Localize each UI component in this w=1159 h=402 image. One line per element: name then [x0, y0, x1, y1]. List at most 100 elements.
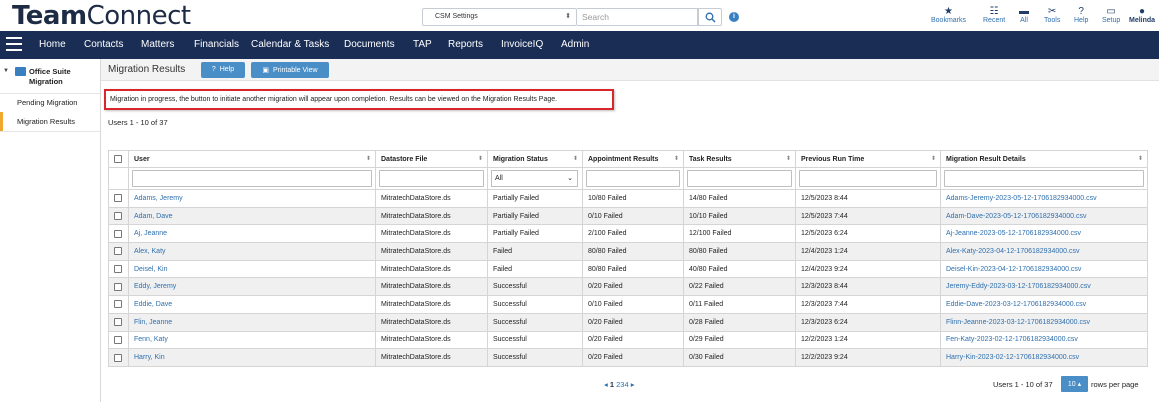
datastore-cell: MitratechDataStore.ds — [375, 330, 488, 350]
details-filter-input[interactable] — [944, 170, 1144, 187]
datastore-cell: MitratechDataStore.ds — [375, 242, 488, 261]
details-cell[interactable]: Aj-Jeanne-2023-05-12-1706182934000.csv — [940, 224, 1148, 244]
details-cell[interactable]: Alex-Katy-2023-04-12-1706182934000.csv — [940, 242, 1148, 261]
user-menu[interactable]: ● Melinda — [1129, 6, 1155, 24]
collapse-icon[interactable]: ▼ — [3, 68, 9, 74]
column-header-migration-result-details[interactable]: Migration Result Details ⬍ — [940, 150, 1148, 168]
help-button[interactable]: ? Help — [201, 62, 245, 78]
sort-icon: ⬍ — [572, 156, 578, 162]
search-input[interactable]: Search — [577, 8, 698, 26]
column-header-appointment-results[interactable]: Appointment Results ⬍ — [582, 150, 684, 168]
user-cell[interactable]: Flin, Jeanne — [128, 312, 376, 332]
search-button[interactable] — [698, 8, 722, 26]
nav-matters[interactable]: Matters — [141, 39, 174, 50]
task-cell: 0/22 Failed — [683, 277, 796, 297]
status-filter-select[interactable]: All ⌄ — [491, 170, 578, 187]
nav-invoiceiq[interactable]: InvoiceIQ — [501, 39, 543, 50]
user-icon: ● — [1139, 6, 1146, 17]
row-checkbox[interactable] — [108, 330, 129, 350]
nav-home[interactable]: Home — [39, 39, 66, 50]
teamconnect-logo[interactable]: TeamConnect — [12, 1, 191, 31]
nav-documents[interactable]: Documents — [344, 39, 395, 50]
task-cell: 0/30 Failed — [683, 348, 796, 367]
user-name: Melinda — [1129, 17, 1156, 24]
recent-menu[interactable]: ☷ Recent — [983, 6, 1005, 24]
nav-reports[interactable]: Reports — [448, 39, 483, 50]
sidebar: ▼ Office Suite Migration Pending Migrati… — [0, 59, 101, 402]
bookmarks-label: Bookmarks — [931, 17, 967, 24]
context-select[interactable]: CSM Settings ⬍ — [422, 8, 577, 26]
nav-calendar-tasks[interactable]: Calendar & Tasks — [251, 39, 329, 50]
user-filter-input[interactable] — [132, 170, 372, 187]
user-cell[interactable]: Alex, Katy — [128, 242, 376, 261]
table-row: Flin, Jeanne MitratechDataStore.ds Success… — [108, 312, 1148, 332]
column-header-migration-status[interactable]: Migration Status ⬍ — [487, 150, 583, 168]
row-checkbox[interactable] — [108, 189, 129, 208]
user-cell[interactable]: Adam, Dave — [128, 206, 376, 226]
column-header-datastore-file[interactable]: Datastore File ⬍ — [375, 150, 488, 168]
runtime-filter-input[interactable] — [799, 170, 937, 187]
printable-view-button[interactable]: ▣ Printable View — [251, 62, 329, 78]
task-filter-input[interactable] — [687, 170, 792, 187]
sidebar-item-migration-results[interactable]: Migration Results — [0, 112, 100, 131]
nav-tap[interactable]: TAP — [413, 39, 432, 50]
details-cell[interactable]: Fen-Katy-2023-02-12-1706182934000.csv — [940, 330, 1148, 350]
column-header-task-results[interactable]: Task Results ⬍ — [683, 150, 796, 168]
details-cell[interactable]: Adams-Jeremy-2023-05-12-1706182934000.cs… — [940, 189, 1148, 208]
details-cell[interactable]: Harry-Kin-2023-02-12-1706182934000.csv — [940, 348, 1148, 367]
user-cell[interactable]: Deisel, Kin — [128, 259, 376, 279]
user-cell[interactable]: Harry, Kin — [128, 348, 376, 367]
select-all-checkbox[interactable] — [108, 150, 129, 168]
nav-contacts[interactable]: Contacts — [84, 39, 123, 50]
setup-menu[interactable]: ▭ Setup — [1102, 6, 1120, 24]
page-link[interactable]: 4 — [624, 380, 628, 389]
nav-financials[interactable]: Financials — [194, 39, 239, 50]
search-icon — [705, 12, 716, 23]
details-cell[interactable]: Deisel-Kin-2023-04-12-1706182934000.csv — [940, 259, 1148, 279]
next-page-icon[interactable]: ▸ — [631, 380, 635, 389]
row-checkbox[interactable] — [108, 277, 129, 297]
row-checkbox[interactable] — [108, 348, 129, 367]
row-checkbox[interactable] — [108, 206, 129, 226]
datastore-cell: MitratechDataStore.ds — [375, 348, 488, 367]
details-cell[interactable]: Jeremy-Eddy-2023-03-12-1706182934000.csv — [940, 277, 1148, 297]
all-menu[interactable]: ▬ All — [1019, 6, 1029, 24]
user-cell[interactable]: Aj, Jeanne — [128, 224, 376, 244]
details-cell[interactable]: Adam-Dave-2023-05-12-1706182934000.csv — [940, 206, 1148, 226]
runtime-cell: 12/2/2023 1:24 — [795, 330, 941, 350]
hamburger-menu-icon[interactable] — [6, 37, 22, 51]
search-help-icon[interactable]: i — [729, 12, 739, 22]
appointment-cell: 80/80 Failed — [582, 259, 684, 279]
user-cell[interactable]: Eddie, Dave — [128, 295, 376, 314]
user-cell[interactable]: Fenn, Katy — [128, 330, 376, 350]
appointment-filter-input[interactable] — [586, 170, 680, 187]
table-row: Adam, Dave MitratechDataStore.ds Partially… — [108, 206, 1148, 226]
help-menu[interactable]: ? Help — [1074, 6, 1088, 24]
tools-menu[interactable]: ✂ Tools — [1044, 6, 1060, 24]
appointment-cell: 0/10 Failed — [582, 295, 684, 314]
user-cell[interactable]: Eddy, Jeremy — [128, 277, 376, 297]
row-checkbox[interactable] — [108, 312, 129, 332]
runtime-cell: 12/3/2023 8:44 — [795, 277, 941, 297]
datastore-cell: MitratechDataStore.ds — [375, 189, 488, 208]
details-cell[interactable]: Flinn-Jeanne-2023-03-12-1706182934000.cs… — [940, 312, 1148, 332]
datastore-filter-input[interactable] — [379, 170, 484, 187]
row-checkbox[interactable] — [108, 242, 129, 261]
prev-page-icon[interactable]: ◂ — [604, 380, 608, 389]
sort-icon: ⬍ — [1137, 156, 1143, 162]
bookmarks-menu[interactable]: ★ Bookmarks — [931, 6, 966, 24]
row-checkbox[interactable] — [108, 295, 129, 314]
user-cell[interactable]: Adams, Jeremy — [128, 189, 376, 208]
status-cell: Partially Failed — [487, 189, 583, 208]
row-checkbox[interactable] — [108, 259, 129, 279]
nav-admin[interactable]: Admin — [561, 39, 589, 50]
column-header-user[interactable]: User ⬍ — [128, 150, 376, 168]
details-cell[interactable]: Eddie-Dave-2023-03-12-1706182934000.csv — [940, 295, 1148, 314]
appointment-cell: 0/20 Failed — [582, 277, 684, 297]
page-header: Migration Results ? Help ▣ Printable Vie… — [101, 59, 1159, 81]
page-link[interactable]: 1 — [610, 380, 614, 389]
row-checkbox[interactable] — [108, 224, 129, 244]
sidebar-item-pending-migration[interactable]: Pending Migration — [0, 93, 100, 112]
rows-per-page-select[interactable]: 10 ▴ — [1061, 376, 1088, 392]
column-header-previous-run-time[interactable]: Previous Run Time ⬍ — [795, 150, 941, 168]
